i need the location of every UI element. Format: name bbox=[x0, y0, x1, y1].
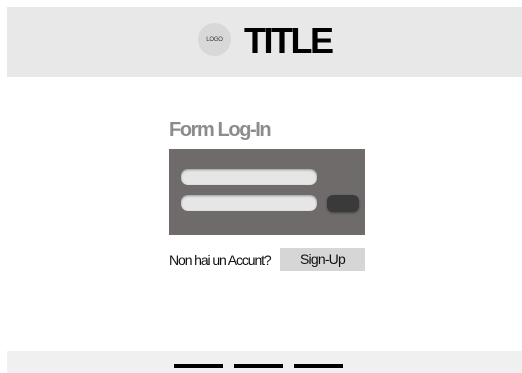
logo: LOGO bbox=[198, 23, 231, 56]
login-submit-button[interactable] bbox=[327, 195, 359, 212]
login-form-panel bbox=[169, 149, 365, 235]
no-account-text: Non hai un Accunt? bbox=[169, 252, 272, 268]
page-title: TITLE bbox=[244, 20, 334, 61]
footer-link-1[interactable] bbox=[174, 364, 223, 368]
sign-up-button[interactable]: Sign-Up bbox=[280, 248, 365, 271]
page: LOGO TITLE Form Log-In Non hai un Accunt… bbox=[0, 0, 522, 373]
logo-text: LOGO bbox=[206, 36, 223, 43]
footer bbox=[7, 351, 522, 373]
form-heading: Form Log-In bbox=[169, 119, 272, 141]
password-field[interactable] bbox=[181, 195, 317, 211]
footer-link-2[interactable] bbox=[234, 364, 283, 368]
footer-link-3[interactable] bbox=[294, 364, 343, 368]
username-field[interactable] bbox=[181, 169, 317, 185]
header: LOGO TITLE bbox=[7, 7, 522, 77]
